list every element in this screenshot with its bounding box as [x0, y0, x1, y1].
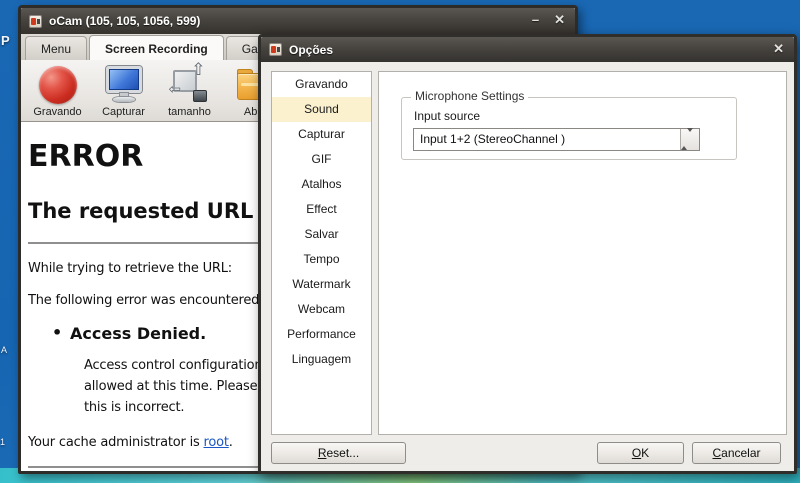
ok-button[interactable]: OK — [597, 442, 684, 464]
sidebar-item-effect[interactable]: Effect — [272, 197, 371, 222]
input-source-value: Input 1+2 (StereoChannel ) — [420, 132, 565, 146]
sidebar-item-tempo[interactable]: Tempo — [272, 247, 371, 272]
sidebar-item-gravando[interactable]: Gravando — [272, 72, 371, 97]
capture-button[interactable]: Capturar — [95, 62, 152, 120]
sidebar-item-capturar[interactable]: Capturar — [272, 122, 371, 147]
sidebar-item-performance[interactable]: Performance — [272, 322, 371, 347]
sidebar-item-salvar[interactable]: Salvar — [272, 222, 371, 247]
options-category-list: Gravando Sound Capturar GIF Atalhos Effe… — [271, 71, 372, 435]
sound-settings-panel: Microphone Settings Input source Input 1… — [378, 71, 787, 435]
sidebar-item-atalhos[interactable]: Atalhos — [272, 172, 371, 197]
desktop-background: P A 1 oCam (105, 105, 1056, 599) – ✕ Men… — [0, 0, 800, 483]
group-title: Microphone Settings — [411, 89, 528, 103]
resize-icon: ⇧ ⇦ — [170, 65, 210, 105]
arrow-left-icon: ⇦ — [169, 80, 182, 98]
spinner-icon[interactable] — [680, 129, 699, 150]
main-titlebar[interactable]: oCam (105, 105, 1056, 599) – ✕ — [21, 8, 575, 34]
minimize-button[interactable]: – — [532, 11, 539, 29]
record-icon — [39, 65, 77, 105]
sidebar-item-watermark[interactable]: Watermark — [272, 272, 371, 297]
record-button[interactable]: Gravando — [29, 62, 86, 120]
close-icon[interactable]: ✕ — [554, 11, 565, 29]
cancel-button[interactable]: Cancelar — [692, 442, 781, 464]
capture-label: Capturar — [102, 106, 145, 118]
close-icon[interactable]: ✕ — [773, 40, 784, 58]
resize-label: tamanho — [168, 106, 211, 118]
record-label: Gravando — [33, 106, 81, 118]
input-source-select[interactable]: Input 1+2 (StereoChannel ) — [413, 128, 700, 151]
dialog-body: Gravando Sound Capturar GIF Atalhos Effe… — [261, 62, 794, 471]
sidebar-item-sound[interactable]: Sound — [272, 97, 371, 122]
resize-button[interactable]: ⇧ ⇦ tamanho — [161, 62, 218, 120]
ocam-app-icon — [29, 15, 42, 28]
main-window-title: oCam (105, 105, 1056, 599) — [49, 14, 200, 28]
monitor-icon — [104, 65, 144, 105]
desktop-icon-label-fragment: A — [1, 345, 7, 355]
desktop-icon-label-fragment: P — [1, 33, 10, 48]
sidebar-item-linguagem[interactable]: Linguagem — [272, 347, 371, 372]
ocam-app-icon — [269, 43, 282, 56]
tab-menu[interactable]: Menu — [25, 36, 87, 60]
sidebar-item-gif[interactable]: GIF — [272, 147, 371, 172]
cache-admin-link[interactable]: root — [204, 435, 229, 450]
options-dialog: Opções ✕ Gravando Sound Capturar GIF Ata… — [258, 34, 797, 474]
dialog-title: Opções — [289, 43, 333, 57]
reset-button[interactable]: Reset... — [271, 442, 406, 464]
dialog-titlebar[interactable]: Opções ✕ — [261, 37, 794, 62]
sidebar-item-webcam[interactable]: Webcam — [272, 297, 371, 322]
tab-screen-recording[interactable]: Screen Recording — [89, 35, 224, 60]
microphone-settings-group: Microphone Settings Input source Input 1… — [401, 97, 737, 160]
desktop-icon-label-fragment: 1 — [0, 437, 5, 447]
arrow-up-icon: ⇧ — [191, 60, 205, 80]
input-source-label: Input source — [414, 109, 480, 123]
